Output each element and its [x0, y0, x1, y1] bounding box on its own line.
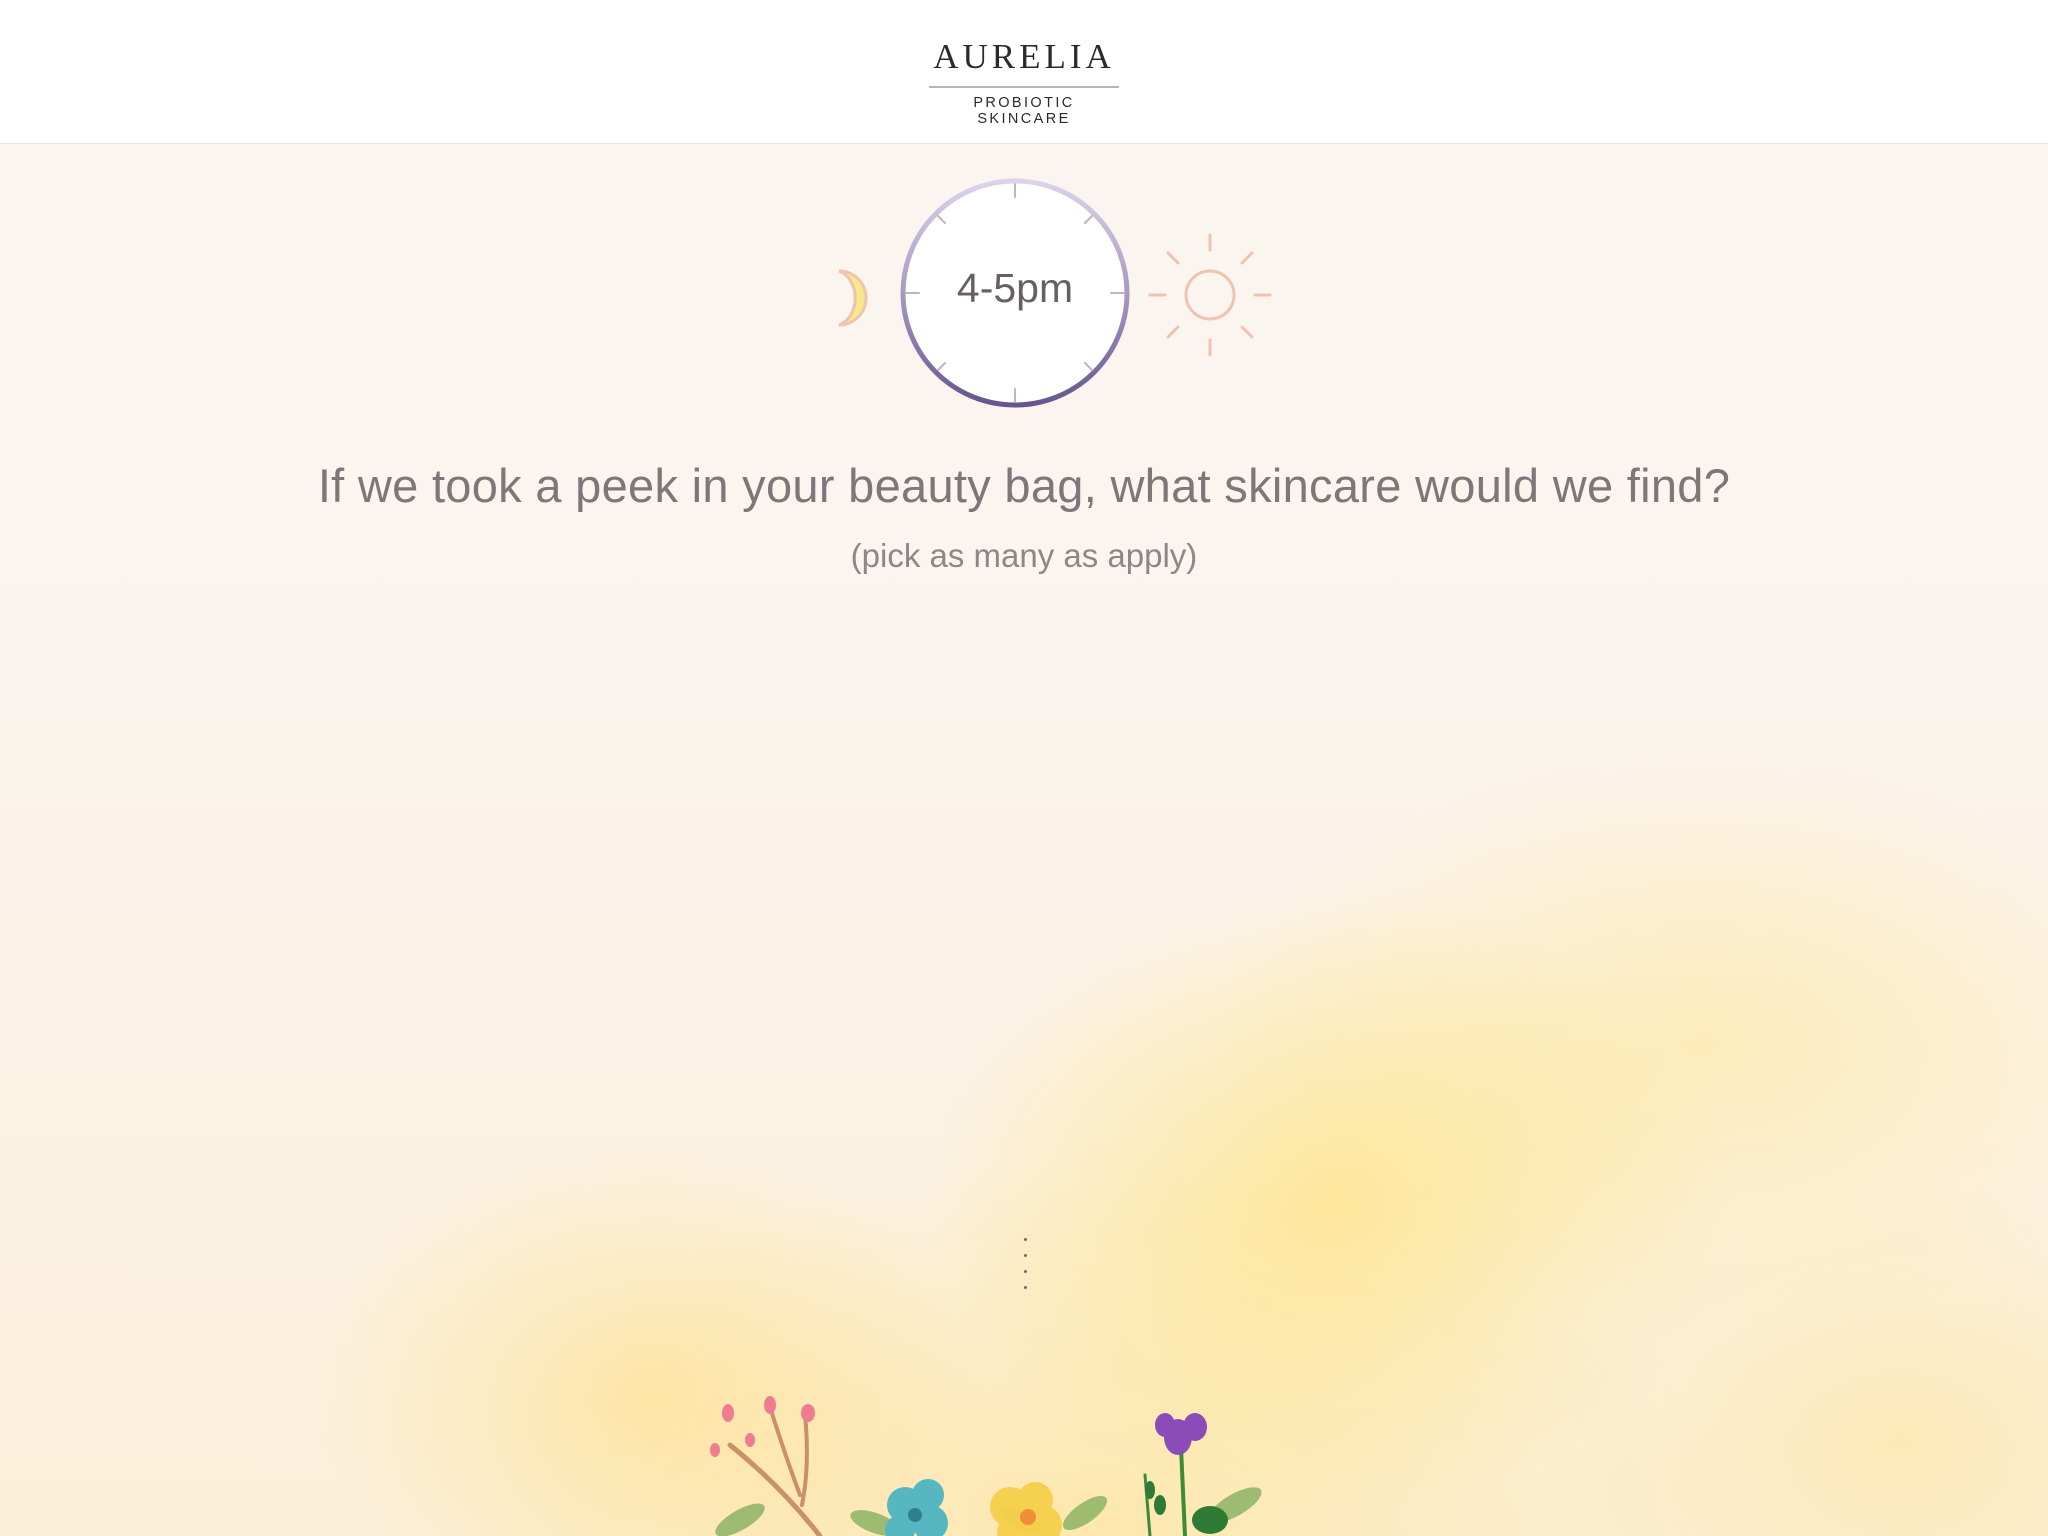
brand-tagline: PROBIOTIC SKINCARE — [973, 95, 1075, 127]
scroll-dot — [1024, 1270, 1027, 1273]
crescent-moon-icon — [838, 269, 868, 327]
question-title: If we took a peek in your beauty bag, wh… — [317, 459, 1731, 512]
question-hint: (pick as many as apply) — [850, 537, 1198, 574]
scroll-dot — [1024, 1286, 1027, 1289]
sun-icon — [1148, 233, 1272, 357]
header: AURELIA PROBIOTIC SKINCARE — [0, 0, 2048, 144]
brand-logo[interactable]: AURELIA PROBIOTIC SKINCARE — [929, 38, 1119, 127]
scroll-indicator[interactable] — [1024, 1238, 1030, 1294]
logo-divider — [929, 86, 1119, 88]
time-label: 4-5pm — [956, 265, 1074, 311]
brand-name: AURELIA — [933, 37, 1115, 76]
time-of-day-indicator: 4-5pm — [800, 170, 1300, 420]
scroll-dot — [1024, 1254, 1027, 1257]
watercolor-flowers-illustration — [710, 1396, 1262, 1536]
scroll-dot — [1024, 1238, 1027, 1241]
